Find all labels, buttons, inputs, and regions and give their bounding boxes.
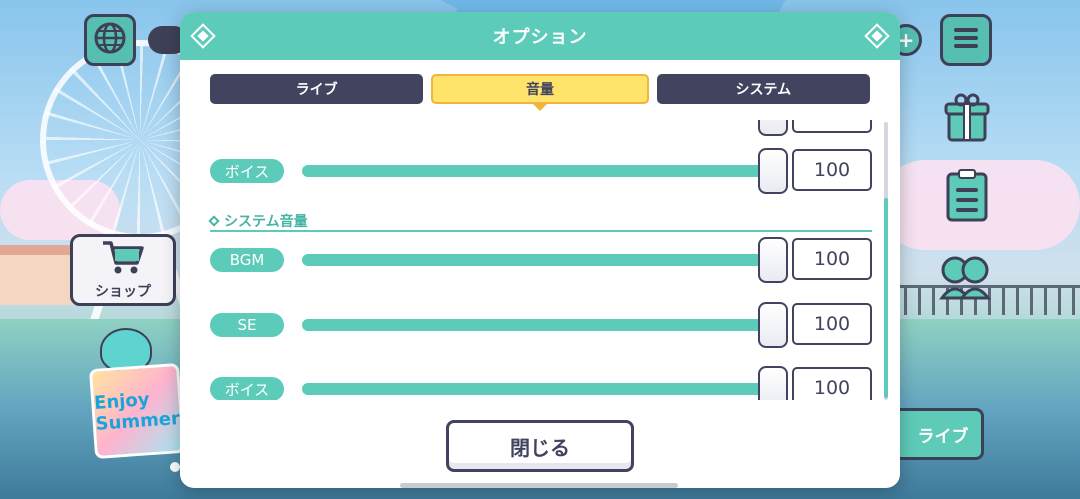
volume-value-box[interactable]: 100 — [792, 367, 872, 400]
globe-icon — [93, 21, 127, 59]
section-title-text: システム音量 — [224, 214, 308, 230]
event-banner[interactable]: Enjoy Summer — [88, 362, 186, 460]
tab-live[interactable]: ライブ — [210, 74, 424, 104]
volume-slider-track[interactable] — [302, 319, 770, 331]
volume-value-box[interactable]: 100 — [792, 303, 872, 345]
list-icon — [944, 168, 990, 228]
volume-row-bgm: BGM 100 — [210, 237, 872, 283]
globe-button[interactable] — [84, 14, 136, 66]
tab-volume[interactable]: 音量 — [431, 74, 649, 111]
friends-button[interactable] — [938, 250, 992, 306]
home-indicator — [400, 483, 678, 488]
shop-button[interactable]: ショップ — [70, 234, 176, 306]
volume-slider-track[interactable] — [302, 254, 770, 266]
volume-settings-list[interactable]: ボイス 100 システム音量 BGM 100 SE 100 ボイス 100 — [180, 120, 900, 400]
volume-row-voice: ボイス 100 — [210, 148, 872, 194]
diamond-icon — [867, 26, 887, 46]
menu-icon — [952, 26, 980, 54]
slider-thumb[interactable] — [758, 120, 788, 136]
volume-value-box[interactable] — [792, 120, 872, 133]
volume-value-box[interactable]: 100 — [792, 149, 872, 191]
volume-value-box[interactable]: 100 — [792, 238, 872, 280]
shop-label: ショップ — [95, 284, 151, 300]
gift-button[interactable] — [942, 92, 992, 148]
mission-list-button[interactable] — [942, 168, 992, 228]
slider-thumb[interactable] — [758, 237, 788, 283]
volume-label: SE — [210, 313, 284, 337]
slider-thumb[interactable] — [758, 302, 788, 348]
gift-icon — [944, 92, 990, 148]
section-title-system-volume: システム音量 — [208, 214, 872, 232]
diamond-icon — [208, 215, 220, 227]
options-tabs: ライブ 音量 システム — [210, 74, 870, 111]
cart-icon — [101, 239, 145, 279]
volume-label: ボイス — [210, 159, 284, 183]
scrollbar-thumb[interactable] — [884, 198, 888, 398]
volume-label: ボイス — [210, 377, 284, 400]
volume-slider-track[interactable] — [302, 165, 770, 177]
slider-thumb[interactable] — [758, 366, 788, 400]
volume-label: BGM — [210, 248, 284, 272]
volume-row-system-voice: ボイス 100 — [210, 366, 872, 400]
tab-system[interactable]: システム — [656, 74, 870, 104]
plus-icon: + — [897, 28, 915, 52]
volume-slider-track[interactable] — [302, 383, 770, 395]
options-modal: オプション ライブ 音量 システム ボイス 100 システム音量 BGM 100 — [180, 12, 900, 488]
volume-row-se: SE 100 — [210, 302, 872, 348]
close-button[interactable]: 閉じる — [446, 420, 634, 472]
menu-button[interactable] — [940, 14, 992, 66]
modal-title: オプション — [492, 27, 588, 48]
volume-row-partial — [210, 120, 872, 136]
modal-header: オプション — [180, 12, 900, 60]
diamond-icon — [193, 26, 213, 46]
friends-icon — [938, 250, 992, 306]
banner-page-dot — [170, 462, 180, 472]
slider-thumb[interactable] — [758, 148, 788, 194]
live-button[interactable]: ライブ — [892, 408, 984, 460]
